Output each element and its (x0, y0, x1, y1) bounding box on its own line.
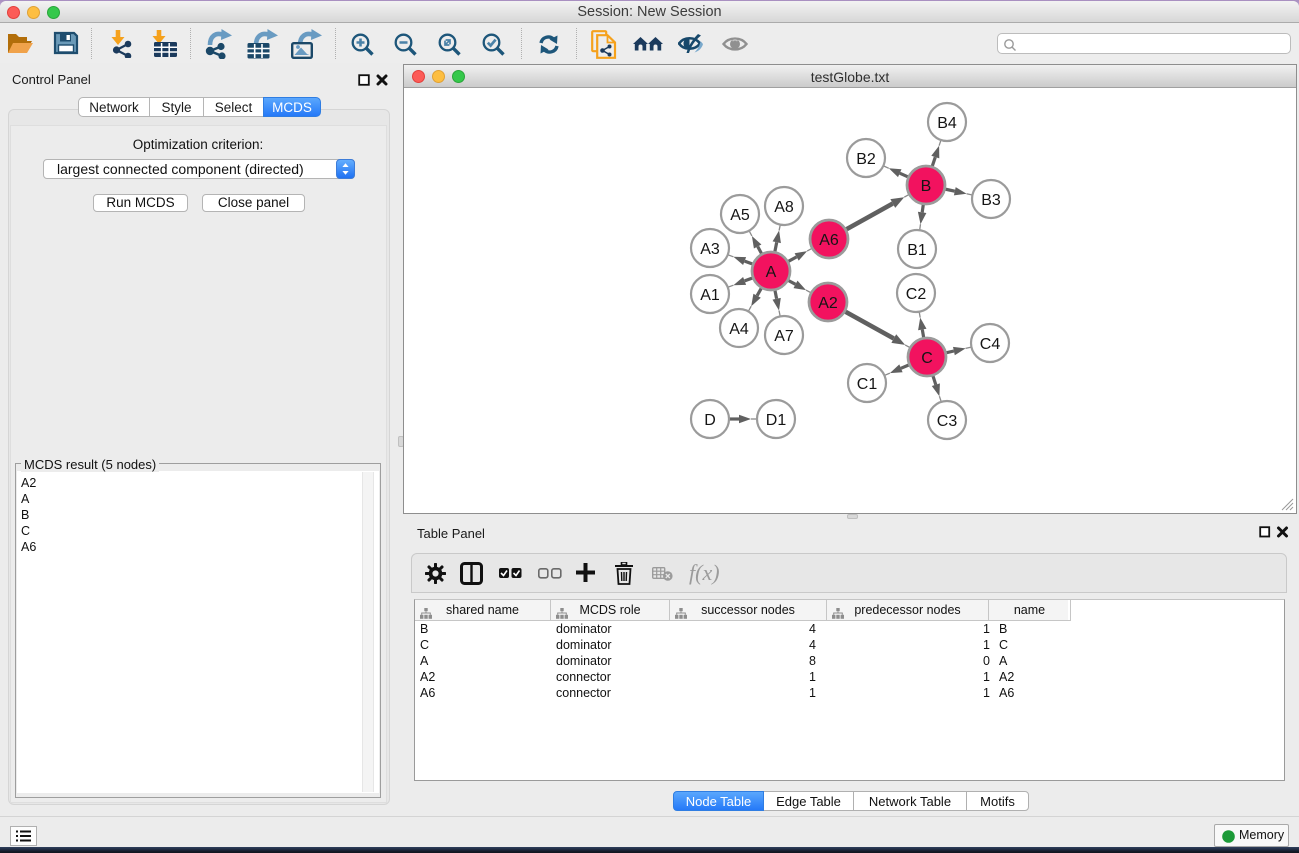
svg-text:B4: B4 (937, 115, 957, 132)
svg-text:D1: D1 (766, 412, 787, 429)
svg-text:B3: B3 (981, 192, 1001, 209)
svg-text:C2: C2 (906, 286, 927, 303)
svg-text:A8: A8 (774, 199, 794, 216)
svg-text:A5: A5 (730, 207, 750, 224)
svg-text:A6: A6 (819, 232, 839, 249)
svg-text:A2: A2 (818, 295, 838, 312)
svg-text:A3: A3 (700, 241, 720, 258)
svg-text:A4: A4 (729, 321, 749, 338)
svg-text:D: D (704, 412, 716, 429)
svg-text:C: C (921, 350, 933, 367)
svg-text:A7: A7 (774, 328, 794, 345)
svg-text:B2: B2 (856, 151, 876, 168)
svg-text:B: B (921, 178, 932, 195)
svg-text:C3: C3 (937, 413, 958, 430)
svg-text:C4: C4 (980, 336, 1001, 353)
svg-text:C1: C1 (857, 376, 878, 393)
svg-text:A1: A1 (700, 287, 720, 304)
svg-text:A: A (766, 264, 777, 281)
svg-text:B1: B1 (907, 242, 927, 259)
